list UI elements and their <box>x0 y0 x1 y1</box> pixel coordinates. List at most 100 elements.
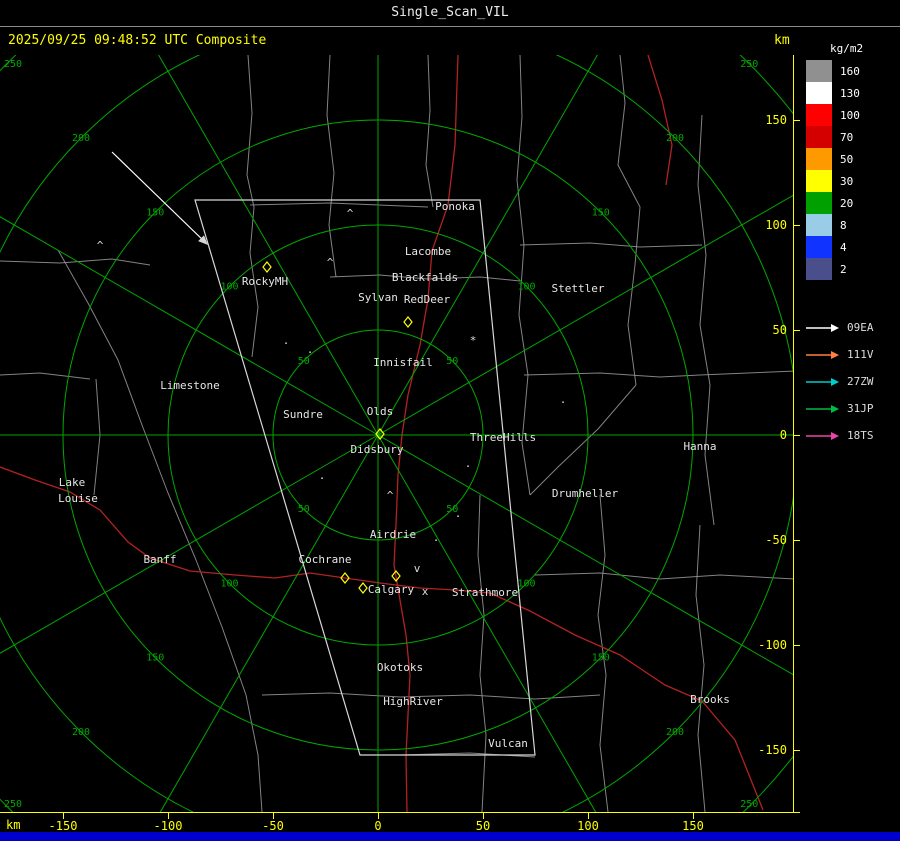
colorbar-value: 2 <box>840 262 847 276</box>
range-label: 50 <box>446 356 458 367</box>
city-label: HighRiver <box>383 695 443 708</box>
track-row: 27ZW <box>804 368 874 395</box>
map-symbol: ^ <box>387 489 394 502</box>
colorbar-row: 70 <box>806 126 860 148</box>
county-boundary-line <box>519 242 703 248</box>
county-boundary-line <box>697 114 715 526</box>
county-boundary-line <box>516 55 531 496</box>
colorbar-unit: kg/m2 <box>830 42 864 55</box>
city-label: Calgary <box>368 583 415 596</box>
track-row: 09EA <box>804 314 874 341</box>
track-id: 31JP <box>847 402 874 415</box>
colorbar-swatch <box>806 258 832 280</box>
right-axis-label: 150 <box>765 113 787 127</box>
range-label: 200 <box>72 133 90 144</box>
radar-map: 50 50 50 50 100 100 100 100 150 150 150 150 200 200 20… <box>0 55 800 833</box>
colorbar-value: 4 <box>840 240 847 254</box>
city-label: Hanna <box>683 440 716 453</box>
track-row: 111V <box>804 341 874 368</box>
range-label: 100 <box>517 578 535 589</box>
city-label: Vulcan <box>488 737 528 750</box>
range-label: 100 <box>517 282 535 293</box>
city-label: Blackfalds <box>392 271 458 284</box>
range-label: 50 <box>298 504 310 515</box>
city-label: Cochrane <box>299 553 352 566</box>
colorbar-row: 130 <box>806 82 860 104</box>
map-symbol: · <box>307 346 314 359</box>
colorbar-row: 20 <box>806 192 860 214</box>
map-symbol: · <box>455 510 462 523</box>
colorbar-swatch <box>806 214 832 236</box>
colorbar-row: 8 <box>806 214 860 236</box>
track-arrow-icon <box>806 350 839 359</box>
city-label: Banff <box>143 553 176 566</box>
track-arrow-09EA <box>111 151 208 245</box>
county-boundary-line <box>425 55 434 208</box>
county-boundary-line <box>534 572 793 580</box>
county-boundary-line <box>326 55 337 278</box>
map-symbol: ^ <box>97 239 104 252</box>
colorbar-swatch <box>806 170 832 192</box>
range-label: 150 <box>592 653 610 664</box>
colorbar-swatch <box>806 236 832 258</box>
azimuth-line <box>159 434 379 812</box>
colorbar-value: 130 <box>840 86 860 100</box>
site-marker <box>358 582 368 594</box>
azimuth-line <box>377 194 793 436</box>
range-label: 250 <box>740 59 758 70</box>
city-label: Stettler <box>552 282 605 295</box>
county-boundary-line <box>0 372 91 380</box>
city-labels: Ponoka Lacombe Blackfalds Sylvan RedDeer Stet… <box>58 200 730 750</box>
highway-line <box>0 466 764 811</box>
bottom-axis-label: -50 <box>262 819 284 833</box>
city-label: Okotoks <box>377 661 423 674</box>
map-symbol: v <box>414 562 421 575</box>
city-label: Brooks <box>690 693 730 706</box>
right-axis-unit: km <box>774 33 790 48</box>
map-symbols: ^ ^ ^ * · · · · · · · ^ vx <box>97 207 567 598</box>
legend-panel: kg/m2 160 130 100 70 50 30 20 8 4 2 09EA 111V 27ZW 3… <box>800 0 900 841</box>
range-label: 200 <box>666 727 684 738</box>
colorbar-value: 70 <box>840 130 854 144</box>
right-axis-label: -100 <box>758 638 787 652</box>
city-label: Strathmore <box>452 586 518 599</box>
city-label: Lake <box>59 476 86 489</box>
map-symbol: · <box>283 337 290 350</box>
track-legend: 09EA 111V 27ZW 31JP 18TS <box>804 314 874 449</box>
window-title: Single_Scan_VIL <box>0 0 900 27</box>
range-label: 150 <box>592 207 610 218</box>
track-id: 111V <box>847 348 874 361</box>
range-label: 250 <box>4 59 22 70</box>
track-arrow-icon <box>806 431 839 440</box>
colorbar-swatch <box>806 104 832 126</box>
colorbar-value: 30 <box>840 174 854 188</box>
city-label: RedDeer <box>404 293 451 306</box>
right-axis-label: 50 <box>773 323 787 337</box>
city-label: Olds <box>367 405 394 418</box>
bottom-axis-label: 150 <box>682 819 704 833</box>
city-label: Didsbury <box>351 443 404 456</box>
site-marker <box>262 261 272 273</box>
map-symbol: ^ <box>347 207 354 220</box>
county-boundary-line <box>93 378 101 496</box>
colorbar-row: 30 <box>806 170 860 192</box>
city-label: Sylvan <box>358 291 398 304</box>
city-label: Drumheller <box>552 487 619 500</box>
county-boundary-line <box>695 524 706 812</box>
colorbar-swatch <box>806 82 832 104</box>
city-label: Limestone <box>160 379 220 392</box>
track-id: 18TS <box>847 429 874 442</box>
bottom-axis-label: -100 <box>154 819 183 833</box>
bottom-axis-label: 0 <box>374 819 381 833</box>
track-id: 09EA <box>847 321 874 334</box>
map-symbol: · <box>433 534 440 547</box>
track-id: 27ZW <box>847 375 874 388</box>
city-label: Lacombe <box>405 245 451 258</box>
map-symbol: ^ <box>327 256 334 269</box>
map-symbol: * <box>470 334 477 347</box>
colorbar-value: 160 <box>840 64 860 78</box>
bottom-axis-label: -150 <box>49 819 78 833</box>
city-label: RockyMH <box>242 275 288 288</box>
range-label: 250 <box>4 799 22 810</box>
map-symbol: · <box>319 472 326 485</box>
